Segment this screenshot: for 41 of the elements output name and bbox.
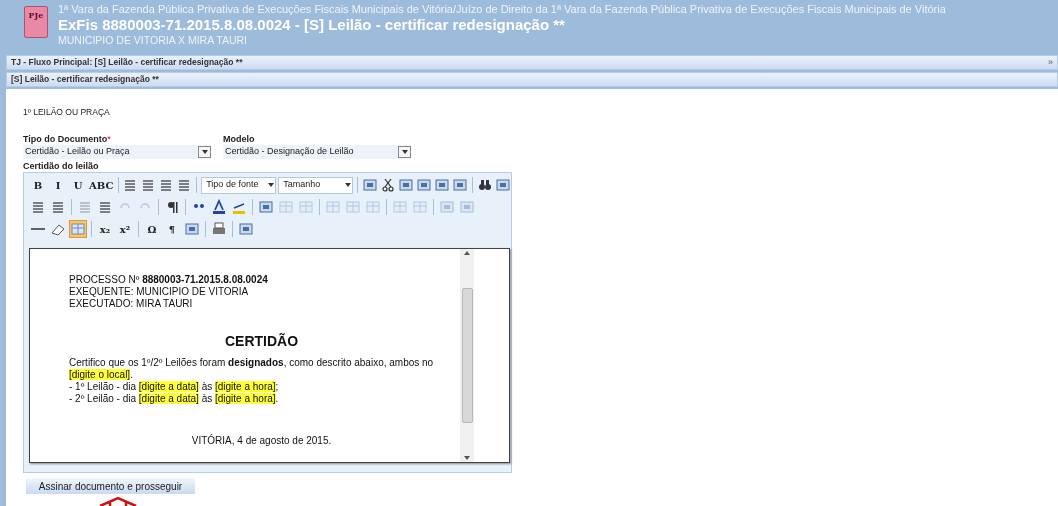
font-color-icon[interactable] [210,198,228,216]
format-button[interactable]: B [29,176,47,194]
font-select[interactable]: Tamanho [278,176,354,194]
field-label: Modelo [223,134,256,145]
court-name: 1ª Vara da Fazenda Pública Privativa de Execuções Fiscais Municipais de Vitória/Juízo de Direito da 1ª Vara da Fazenda Pública Privativa de Execuções Fiscais Municipais de Vitória [58,3,946,16]
sign-and-continue-button[interactable]: Assinar documento e prosseguir [26,478,195,494]
process-title: ExFis 8880003-71.2015.8.08.0024 - [S] Leilão - certificar redesignação ** [58,16,566,34]
header-line: PROCESSO Nº 8880003-71.2015.8.08.0024 [69,274,269,286]
format-button[interactable]: U [69,176,87,194]
editor-label: Certidão do leilão [23,161,100,172]
font-select[interactable]: Tipo de fonte [201,176,277,194]
cut-icon[interactable] [380,176,397,194]
format-button[interactable]: ¶ [163,220,181,238]
arrow-icon [98,496,138,506]
scroll-up-icon[interactable] [464,251,470,255]
header-line: EXECUTADO: MIRA TAURI [69,298,194,310]
scroll-down-icon[interactable] [464,456,470,460]
dropdown-icon [198,146,211,158]
dropdown-field[interactable]: Certidão - Designação de Leilão [223,145,411,159]
closing-line: VITÓRIA, 4 de agosto de 2015. [190,435,333,447]
section-title: 1º LEILÃO OU PRAÇA [23,106,111,119]
document-paragraph: Certifico que os 1º/2º Leilões foram designados, como descrito abaixo, ambos no [digite o local]. [69,357,435,381]
document-area[interactable] [29,248,510,463]
flow-bar: TJ - Fluxo Principal: [S] Leilão - certificar redesignação ** » [6,55,1058,71]
format-button[interactable]: Ω [143,220,161,238]
expand-toggle[interactable]: » [1048,56,1053,70]
format-button[interactable]: I [49,176,67,194]
scrollbar[interactable] [460,249,474,462]
format-button[interactable]: ABC [89,176,114,194]
document-title: CERTIDÃO [223,333,300,349]
document-paragraph: - 2º Leilão - dia [digite a data] às [digite a hora]. [69,393,280,405]
field-label: Tipo do Documento* [23,134,112,145]
format-button[interactable]: x² [116,220,134,238]
parties-text: MUNICIPIO DE VITORIA X MIRA TAURI [58,34,249,47]
dropdown-icon [398,146,411,158]
document-paragraph: - 1º Leilão - dia [digite a data] às [digite a hora]; [69,381,280,393]
task-bar: [S] Leilão - certificar redesignação ** [6,72,1058,88]
dropdown-field[interactable]: Certidão - Leilão ou Praça [23,145,211,159]
format-button[interactable]: x₂ [96,220,114,238]
header-line: EXEQUENTE: MUNICIPIO DE VITORIA [69,286,250,298]
book-logo: PJe [24,6,48,38]
